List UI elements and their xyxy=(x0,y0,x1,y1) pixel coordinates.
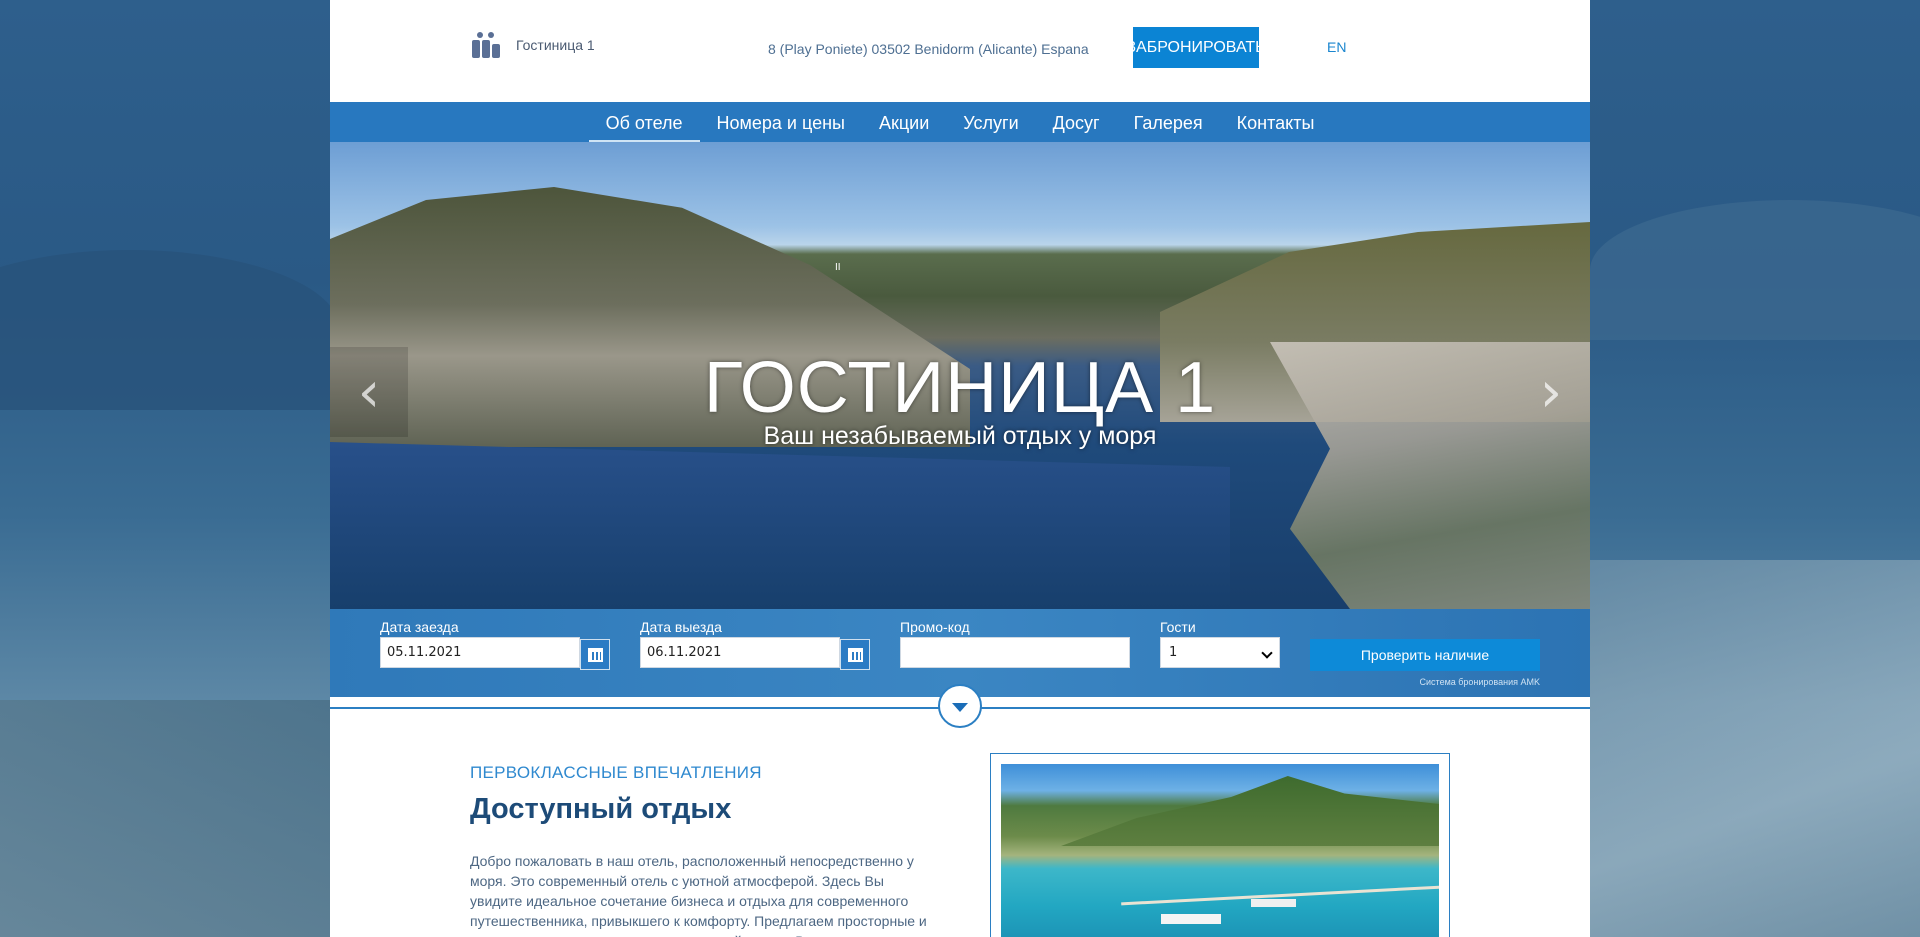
scroll-down-icon[interactable] xyxy=(938,684,982,728)
photo-frame xyxy=(990,753,1450,937)
intro-paragraph: Добро пожаловать в наш отель, расположен… xyxy=(470,853,927,937)
nav-item-gallery[interactable]: Галерея xyxy=(1117,102,1220,142)
checkout-field-group: Дата выезда 06.11.2021 xyxy=(640,619,840,668)
hotel-address: 8 (Play Poniete) 03502 Benidorm (Alicant… xyxy=(768,41,1089,57)
checkin-input[interactable]: 05.11.2021 xyxy=(380,637,580,668)
page-container: Гостиница 1 8 (Play Poniete) 03502 Benid… xyxy=(330,0,1590,937)
nav-item-about[interactable]: Об отеле xyxy=(588,102,700,142)
site-header: Гостиница 1 8 (Play Poniete) 03502 Benid… xyxy=(330,0,1590,102)
promo-label: Промо-код xyxy=(900,619,970,635)
nav-item-contacts[interactable]: Контакты xyxy=(1220,102,1332,142)
promo-field-group: Промо-код xyxy=(900,619,1130,668)
guests-field-group: Гости 1 xyxy=(1160,619,1280,668)
main-nav: Об отеле Номера и цены Акции Услуги Досу… xyxy=(330,102,1590,142)
hero-title: ГОСТИНИЦА 1 xyxy=(703,348,1217,428)
checkin-label: Дата заезда xyxy=(380,619,459,635)
section-heading: Доступный отдых xyxy=(470,793,732,825)
promo-input[interactable] xyxy=(900,637,1130,668)
hero-slider: II ‹ › ГОСТИНИЦА 1 Ваш незабываемый отды… xyxy=(330,142,1590,609)
checkin-field-group: Дата заезда 05.11.2021 xyxy=(380,619,580,668)
language-switch[interactable]: EN xyxy=(1327,39,1346,55)
checkout-calendar-icon[interactable] xyxy=(840,639,870,670)
nav-item-services[interactable]: Услуги xyxy=(946,102,1035,142)
book-button[interactable]: ЗАБРОНИРОВАТЬ xyxy=(1126,27,1266,68)
nav-item-rooms[interactable]: Номера и цены xyxy=(700,102,862,142)
logo[interactable]: Гостиница 1 xyxy=(472,32,595,58)
booking-system-credit: Система бронирования AMK xyxy=(1419,677,1540,687)
harbor-photo xyxy=(1001,764,1439,937)
guests-label: Гости xyxy=(1160,619,1196,635)
hotel-name: Гостиница 1 xyxy=(516,37,595,53)
section-kicker: ПЕРВОКЛАССНЫЕ ВПЕЧАТЛЕНИЯ xyxy=(470,763,762,782)
pause-icon[interactable]: II xyxy=(835,262,841,273)
hotel-logo-icon xyxy=(472,32,500,58)
check-availability-button[interactable]: Проверить наличие xyxy=(1310,639,1540,671)
guests-select[interactable]: 1 xyxy=(1160,637,1280,668)
nav-item-leisure[interactable]: Досуг xyxy=(1036,102,1117,142)
hero-image-bay xyxy=(330,442,1230,609)
nav-item-offers[interactable]: Акции xyxy=(862,102,946,142)
checkout-input[interactable]: 06.11.2021 xyxy=(640,637,840,668)
checkin-calendar-icon[interactable] xyxy=(580,639,610,670)
checkout-label: Дата выезда xyxy=(640,619,722,635)
hero-subtitle: Ваш незабываемый отдых у моря xyxy=(763,422,1157,450)
